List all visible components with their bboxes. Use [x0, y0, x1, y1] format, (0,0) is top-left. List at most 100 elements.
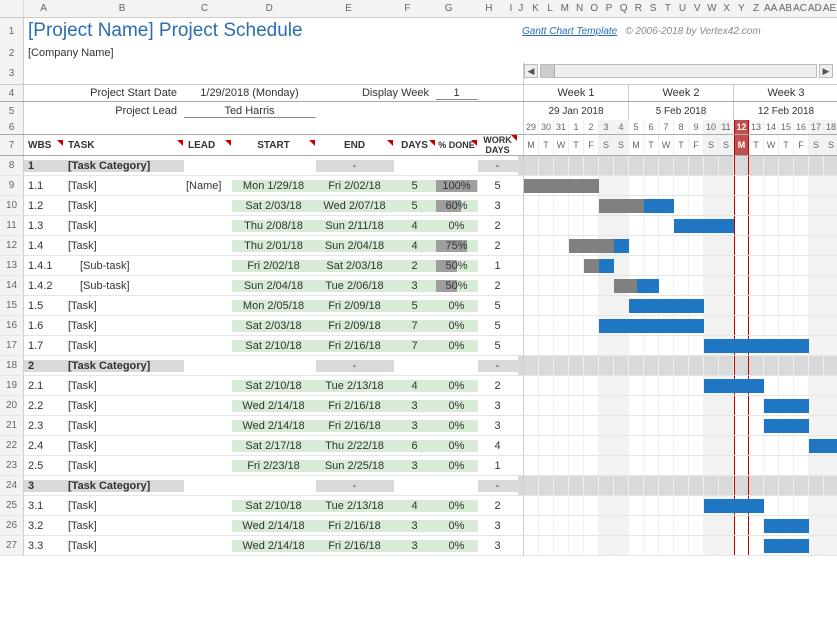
start-cell[interactable]: Wed 2/14/18 [232, 540, 316, 552]
end-cell[interactable]: - [316, 160, 394, 172]
wbs-cell[interactable]: 3 [24, 480, 64, 492]
wbs-cell[interactable]: 1.4.1 [24, 260, 64, 272]
column-header[interactable]: A [24, 0, 63, 17]
week-scrollbar[interactable]: ◀ ▶ [524, 64, 833, 78]
days-cell[interactable]: 3 [394, 540, 436, 552]
wbs-cell[interactable]: 2 [24, 360, 64, 372]
scroll-right-icon[interactable]: ▶ [819, 64, 833, 78]
wbs-cell[interactable]: 1.3 [24, 220, 64, 232]
start-cell[interactable]: Mon 1/29/18 [232, 180, 316, 192]
column-header[interactable]: Y [734, 0, 749, 17]
task-row[interactable]: 232.5[Task]Fri 2/23/18Sun 2/25/1830%1 [0, 456, 837, 476]
start-cell[interactable]: Fri 2/23/18 [232, 460, 316, 472]
start-cell[interactable]: Wed 2/14/18 [232, 420, 316, 432]
task-cell[interactable]: [Sub-task] [64, 260, 184, 272]
row-header[interactable]: 27 [0, 536, 24, 555]
pct-cell[interactable]: 0% [436, 440, 478, 452]
workdays-cell[interactable]: 5 [478, 340, 518, 352]
wbs-cell[interactable]: 1 [24, 160, 64, 172]
pct-cell[interactable]: 50% [436, 260, 478, 272]
wbs-cell[interactable]: 3.1 [24, 500, 64, 512]
column-header[interactable]: AA [763, 0, 778, 17]
workdays-cell[interactable]: 3 [478, 200, 518, 212]
workdays-cell[interactable]: 5 [478, 180, 518, 192]
start-cell[interactable]: Sun 2/04/18 [232, 280, 316, 292]
end-cell[interactable]: Fri 2/09/18 [316, 320, 394, 332]
lead-cell[interactable]: [Name] [184, 180, 232, 192]
task-cell[interactable]: [Task] [64, 340, 184, 352]
task-row[interactable]: 202.2[Task]Wed 2/14/18Fri 2/16/1830%3 [0, 396, 837, 416]
row-header[interactable]: 15 [0, 296, 24, 315]
column-header[interactable]: O [587, 0, 602, 17]
end-cell[interactable]: Fri 2/02/18 [316, 180, 394, 192]
lead-value[interactable]: Ted Harris [184, 105, 316, 118]
end-cell[interactable]: Fri 2/16/18 [316, 520, 394, 532]
end-cell[interactable]: Fri 2/16/18 [316, 420, 394, 432]
days-cell[interactable]: 4 [394, 500, 436, 512]
task-cell[interactable]: [Task Category] [64, 160, 184, 172]
wbs-cell[interactable]: 1.2 [24, 200, 64, 212]
wbs-cell[interactable]: 1.1 [24, 180, 64, 192]
wbs-cell[interactable]: 2.2 [24, 400, 64, 412]
column-header[interactable]: E [310, 0, 387, 17]
workdays-cell[interactable]: 2 [478, 240, 518, 252]
column-header[interactable]: B [63, 0, 181, 17]
column-header[interactable]: AC [793, 0, 808, 17]
row-header[interactable]: 5 [0, 102, 24, 120]
row-header[interactable]: 24 [0, 476, 24, 495]
column-header[interactable]: J [513, 0, 528, 17]
task-cell[interactable]: [Task] [64, 400, 184, 412]
task-row[interactable]: 171.7[Task]Sat 2/10/18Fri 2/16/1870%5 [0, 336, 837, 356]
wbs-cell[interactable]: 2.4 [24, 440, 64, 452]
end-cell[interactable]: Sun 2/11/18 [316, 220, 394, 232]
workdays-cell[interactable]: 4 [478, 440, 518, 452]
days-cell[interactable]: 3 [394, 280, 436, 292]
row-header[interactable]: 10 [0, 196, 24, 215]
pct-cell[interactable]: 0% [436, 500, 478, 512]
task-cell[interactable]: [Task] [64, 460, 184, 472]
pct-cell[interactable]: 0% [436, 400, 478, 412]
days-cell[interactable]: 6 [394, 440, 436, 452]
row-header[interactable]: 18 [0, 356, 24, 375]
column-header[interactable]: X [719, 0, 734, 17]
end-cell[interactable]: Fri 2/16/18 [316, 540, 394, 552]
pct-cell[interactable]: 75% [436, 240, 478, 252]
workdays-cell[interactable]: 3 [478, 400, 518, 412]
end-cell[interactable]: Tue 2/06/18 [316, 280, 394, 292]
column-header[interactable]: L [543, 0, 558, 17]
task-row[interactable]: 161.6[Task]Sat 2/03/18Fri 2/09/1870%5 [0, 316, 837, 336]
task-cell[interactable]: [Task] [64, 240, 184, 252]
task-row[interactable]: 111.3[Task]Thu 2/08/18Sun 2/11/1840%2 [0, 216, 837, 236]
start-cell[interactable]: Sat 2/03/18 [232, 200, 316, 212]
column-header[interactable]: M [558, 0, 573, 17]
workdays-cell[interactable]: - [478, 360, 518, 372]
days-cell[interactable]: 5 [394, 200, 436, 212]
row-header[interactable]: 7 [0, 135, 24, 155]
end-cell[interactable]: Sat 2/03/18 [316, 260, 394, 272]
row-header[interactable]: 11 [0, 216, 24, 235]
workdays-cell[interactable]: 5 [478, 320, 518, 332]
row-header[interactable]: 1 [0, 18, 24, 44]
days-cell[interactable]: 4 [394, 380, 436, 392]
end-cell[interactable]: - [316, 480, 394, 492]
task-row[interactable]: 192.1[Task]Sat 2/10/18Tue 2/13/1840%2 [0, 376, 837, 396]
wbs-cell[interactable]: 1.5 [24, 300, 64, 312]
task-row[interactable]: 253.1[Task]Sat 2/10/18Tue 2/13/1840%2 [0, 496, 837, 516]
row-header[interactable]: 20 [0, 396, 24, 415]
days-cell[interactable]: 5 [394, 180, 436, 192]
column-header[interactable]: K [528, 0, 543, 17]
column-header[interactable]: C [181, 0, 228, 17]
pct-cell[interactable]: 0% [436, 520, 478, 532]
end-cell[interactable]: Fri 2/09/18 [316, 300, 394, 312]
task-cell[interactable]: [Task] [64, 420, 184, 432]
row-header[interactable]: 16 [0, 316, 24, 335]
days-cell[interactable]: 3 [394, 420, 436, 432]
column-header[interactable]: AB [778, 0, 793, 17]
row-header[interactable]: 13 [0, 256, 24, 275]
column-header[interactable]: P [602, 0, 617, 17]
workdays-cell[interactable]: 2 [478, 500, 518, 512]
workdays-cell[interactable]: 5 [478, 300, 518, 312]
pct-cell[interactable]: 0% [436, 420, 478, 432]
days-cell[interactable]: 3 [394, 520, 436, 532]
wbs-cell[interactable]: 1.4 [24, 240, 64, 252]
